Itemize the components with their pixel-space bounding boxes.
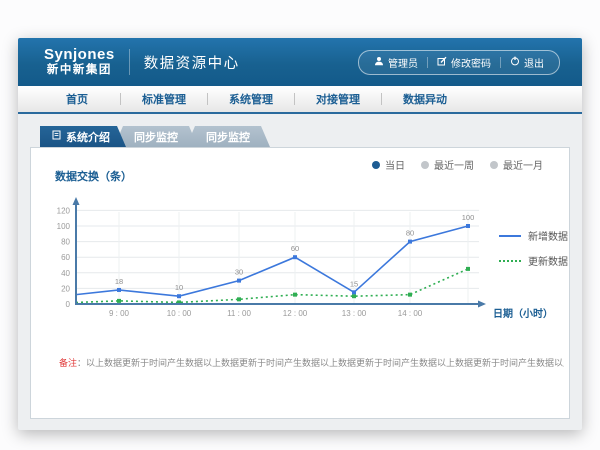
nav-item-data-change[interactable]: 数据异动	[382, 91, 468, 107]
legend-label: 更新数据	[528, 253, 568, 268]
page-title: 数据资源中心	[144, 52, 240, 73]
tab-label: 同步监控	[134, 129, 178, 145]
svg-text:13 : 00: 13 : 00	[342, 309, 367, 318]
content-area: 系统介绍 同步监控 同步监控 当日 最近一周	[18, 114, 582, 419]
radio-last-week-label: 最近一周	[434, 157, 474, 172]
document-icon	[52, 130, 61, 143]
logout-label: 退出	[524, 55, 544, 70]
tab-bar: 系统介绍 同步监控 同步监控	[40, 126, 570, 147]
tab-label: 同步监控	[206, 129, 250, 145]
svg-text:0: 0	[66, 300, 71, 309]
company-logo[interactable]: Synjones 新中新集团	[44, 47, 115, 77]
svg-text:15: 15	[350, 279, 358, 288]
app-header: Synjones 新中新集团 数据资源中心 管理员 修改密码	[18, 38, 582, 86]
svg-text:120: 120	[57, 206, 71, 215]
change-password-label: 修改密码	[451, 55, 491, 70]
user-menu-admin-label: 管理员	[388, 55, 418, 70]
main-nav: 首页 标准管理 系统管理 对接管理 数据异动	[18, 86, 582, 114]
radio-last-month[interactable]: 最近一月	[490, 157, 543, 172]
legend-item-new-data: 新增数据	[499, 228, 568, 243]
chart-panel: 当日 最近一周 最近一月 数据交换（条） 0204060801001209 : …	[30, 147, 570, 419]
radio-dot[interactable]	[372, 161, 380, 169]
tab-sync-monitor-2[interactable]: 同步监控	[186, 126, 270, 147]
tab-label: 系统介绍	[66, 129, 110, 145]
edit-icon	[437, 56, 447, 69]
radio-today-label: 当日	[385, 157, 405, 172]
svg-text:80: 80	[61, 238, 70, 247]
user-menu-admin[interactable]: 管理员	[365, 55, 427, 70]
radio-dot[interactable]	[490, 161, 498, 169]
svg-text:60: 60	[291, 244, 299, 253]
svg-text:30: 30	[235, 268, 243, 277]
legend-item-updated-data: 更新数据	[499, 253, 568, 268]
exchange-chart: 0 20 40 60 80 100 120 9 : 00 10 : 00 11 : 00 12 : …	[47, 194, 569, 330]
svg-text:日期（小时）: 日期（小时）	[493, 307, 553, 320]
svg-text:100: 100	[57, 222, 71, 231]
logo-latin-text: Synjones	[44, 47, 115, 64]
svg-text:20: 20	[61, 284, 70, 293]
footnote-text: ：以上数据更新于时间产生数据以上数据更新于时间产生数据以上数据更新于时间产生数据…	[77, 358, 564, 368]
svg-text:10: 10	[175, 283, 183, 292]
solid-line-swatch	[499, 235, 521, 237]
logo-chinese-text: 新中新集团	[44, 64, 115, 77]
svg-text:18: 18	[115, 277, 123, 286]
footnote-label: 备注	[59, 358, 77, 368]
tab-sync-monitor-1[interactable]: 同步监控	[114, 126, 198, 147]
svg-text:100: 100	[462, 213, 475, 222]
svg-text:11 : 00: 11 : 00	[227, 309, 251, 318]
logout-button[interactable]: 退出	[501, 55, 553, 70]
legend-label: 新增数据	[528, 228, 568, 243]
app-window: Synjones 新中新集团 数据资源中心 管理员 修改密码	[18, 38, 582, 430]
svg-text:14 : 00: 14 : 00	[398, 309, 423, 318]
radio-today[interactable]: 当日	[372, 157, 405, 172]
svg-text:40: 40	[61, 269, 70, 278]
user-icon	[374, 56, 384, 69]
footnote: 备注：以上数据更新于时间产生数据以上数据更新于时间产生数据以上数据更新于时间产生…	[59, 356, 564, 369]
power-icon	[510, 56, 520, 69]
svg-text:80: 80	[406, 229, 414, 238]
svg-text:10 : 00: 10 : 00	[167, 309, 192, 318]
nav-item-home[interactable]: 首页	[34, 91, 120, 107]
nav-item-interface[interactable]: 对接管理	[295, 91, 381, 107]
header-divider	[129, 49, 130, 75]
nav-item-system[interactable]: 系统管理	[208, 91, 294, 107]
svg-text:60: 60	[61, 253, 70, 262]
chart-legend: 新增数据 更新数据	[499, 228, 568, 278]
change-password-button[interactable]: 修改密码	[428, 55, 500, 70]
radio-last-week[interactable]: 最近一周	[421, 157, 474, 172]
svg-text:12 : 00: 12 : 00	[283, 309, 308, 318]
date-range-filter: 当日 最近一周 最近一月	[372, 157, 543, 172]
svg-text:9 : 00: 9 : 00	[109, 309, 130, 318]
nav-item-standards[interactable]: 标准管理	[121, 91, 207, 107]
user-menu: 管理员 修改密码 退出	[358, 50, 560, 75]
dotted-line-swatch	[499, 260, 521, 262]
tab-system-intro[interactable]: 系统介绍	[40, 126, 126, 147]
radio-dot[interactable]	[421, 161, 429, 169]
radio-last-month-label: 最近一月	[503, 157, 543, 172]
